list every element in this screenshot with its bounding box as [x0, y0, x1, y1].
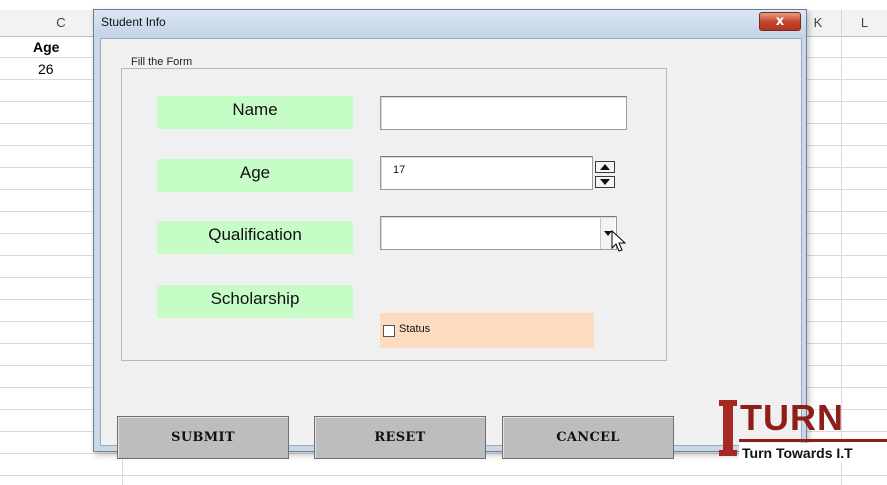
dialog-body: Fill the Form Name Age 17 Qualification	[100, 38, 802, 459]
dialog-title: Student Info	[101, 15, 166, 29]
logo-wordmark: TURN	[740, 397, 844, 438]
cell-age-value[interactable]: 26	[38, 61, 54, 77]
logo-tagline: Turn Towards I.T	[739, 443, 887, 463]
age-input[interactable]: 17	[380, 156, 593, 190]
age-spin-up-button[interactable]	[595, 161, 615, 173]
scholarship-label: Scholarship	[157, 285, 353, 318]
logo-underline	[739, 439, 887, 442]
dialog-titlebar[interactable]: Student Info x	[94, 10, 806, 38]
qualification-combobox[interactable]	[380, 216, 617, 250]
cell-age-header[interactable]: Age	[33, 39, 59, 55]
student-info-dialog: Student Info x Fill the Form Name Age 17…	[93, 9, 807, 459]
frame-caption: Fill the Form	[128, 56, 196, 68]
submit-button[interactable]: SUBMIT	[117, 416, 289, 459]
triangle-down-icon	[600, 179, 610, 185]
mouse-cursor-icon	[611, 230, 627, 252]
logo-i-serif-bottom	[719, 450, 737, 456]
age-label: Age	[157, 159, 353, 192]
reset-button[interactable]: RESET	[314, 416, 486, 459]
iturn-logo: TURN Turn Towards I.T	[719, 398, 887, 468]
status-checkbox-area: Status	[380, 313, 594, 348]
triangle-up-icon	[600, 164, 610, 170]
qualification-label: Qualification	[157, 221, 353, 254]
age-spin-down-button[interactable]	[595, 176, 615, 188]
status-checkbox[interactable]	[383, 325, 395, 337]
name-input[interactable]	[380, 96, 627, 130]
close-button[interactable]: x	[759, 12, 801, 31]
name-label: Name	[157, 96, 353, 129]
logo-i-mark	[723, 400, 733, 452]
cancel-button[interactable]: CANCEL	[502, 416, 674, 459]
grid-line	[0, 475, 887, 476]
logo-i-serif-top	[719, 400, 737, 406]
age-input-value: 17	[393, 164, 406, 176]
column-header-l[interactable]: L	[842, 10, 887, 37]
status-checkbox-label[interactable]: Status	[399, 323, 430, 335]
close-icon: x	[775, 14, 785, 29]
